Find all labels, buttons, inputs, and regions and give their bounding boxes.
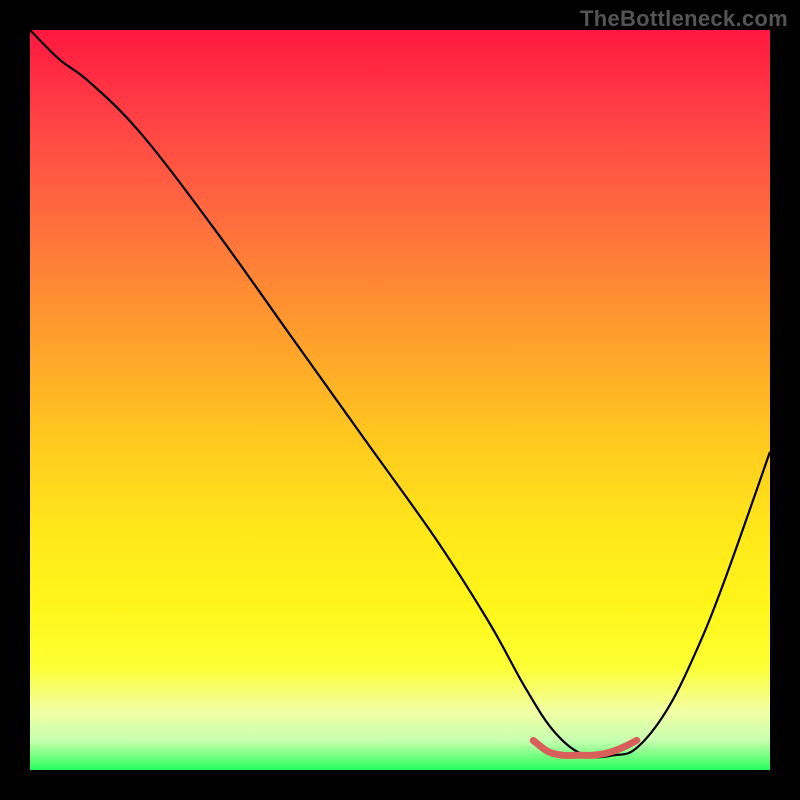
bottleneck-curve [30,30,770,757]
flat-minimum-marker [533,740,637,755]
chart-container: TheBottleneck.com [0,0,800,800]
curve-svg [30,30,770,770]
plot-area [30,30,770,770]
watermark-text: TheBottleneck.com [580,6,788,32]
